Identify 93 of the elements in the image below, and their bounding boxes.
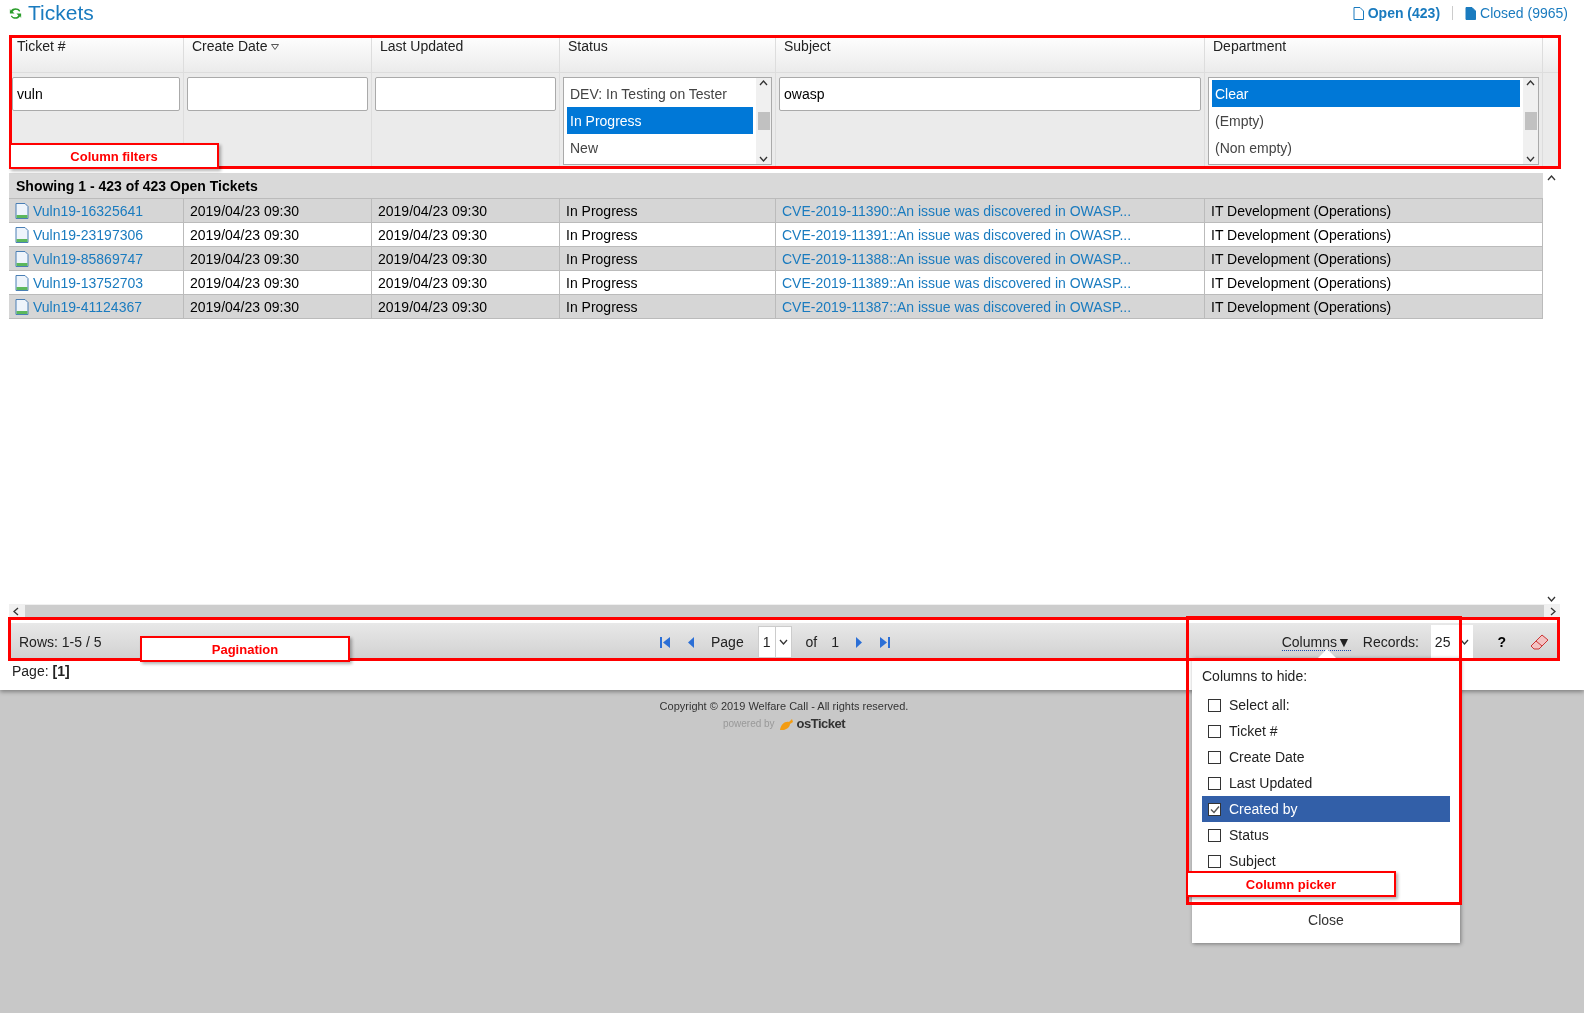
page-label: Page bbox=[711, 634, 744, 650]
scroll-left-icon[interactable] bbox=[13, 607, 19, 616]
filter-listbox[interactable]: DEV: In Testing on Tester In Progress New bbox=[563, 77, 772, 165]
subject-link[interactable]: CVE-2019-11389::An issue was discovered in OWASP... bbox=[782, 274, 1132, 291]
filter-listbox[interactable]: Clear (Empty) (Non empty) bbox=[1208, 77, 1539, 165]
document-icon bbox=[15, 250, 29, 267]
table-cell: In Progress bbox=[560, 223, 776, 246]
column-option[interactable]: Ticket # bbox=[1202, 718, 1450, 744]
ticket-link[interactable]: Vuln19-13752703 bbox=[33, 274, 144, 291]
records-label: Records: bbox=[1362, 634, 1419, 650]
checkbox[interactable] bbox=[1208, 750, 1221, 764]
subject-link[interactable]: CVE-2019-11391::An issue was discovered in OWASP... bbox=[782, 226, 1132, 243]
annotation-label: Pagination bbox=[140, 636, 350, 662]
table-cell: 2019/04/23 09:30 bbox=[372, 295, 560, 318]
table-cell: 2019/04/23 09:30 bbox=[372, 271, 560, 294]
table-caption: Showing 1 - 423 of 423 Open Tickets bbox=[9, 173, 1543, 199]
table-cell: 2019/04/23 09:30 bbox=[184, 271, 372, 294]
page-select[interactable]: 1 bbox=[757, 626, 792, 658]
first-page-icon[interactable] bbox=[659, 635, 671, 649]
table-cell: In Progress bbox=[560, 247, 776, 270]
listbox-option[interactable]: New bbox=[567, 134, 753, 161]
checkbox[interactable] bbox=[1208, 802, 1221, 816]
table-cell: 2019/04/23 09:30 bbox=[372, 199, 560, 222]
table-cell: 2019/04/23 09:30 bbox=[184, 199, 372, 222]
ticket-link[interactable]: Vuln19-23197306 bbox=[33, 226, 144, 243]
document-icon bbox=[15, 202, 29, 219]
listbox-option[interactable]: (Non empty) bbox=[1212, 134, 1520, 161]
document-icon bbox=[1352, 6, 1364, 20]
records-select[interactable]: 25 bbox=[1430, 625, 1474, 659]
previous-page-icon[interactable] bbox=[685, 635, 697, 649]
filter-field[interactable] bbox=[187, 77, 368, 111]
table-cell: 2019/04/23 09:30 bbox=[372, 247, 560, 270]
filter-field[interactable]: vuln bbox=[12, 77, 180, 111]
listbox-option[interactable]: In Progress bbox=[567, 107, 753, 134]
ticket-queue-link[interactable]: Open (423) bbox=[1352, 5, 1441, 21]
columns-button[interactable]: Columns▼ bbox=[1281, 633, 1351, 651]
dropdown-caret-icon[interactable] bbox=[778, 639, 788, 645]
of-label: of bbox=[805, 634, 818, 650]
table-cell: 2019/04/23 09:30 bbox=[184, 295, 372, 318]
refresh-icon[interactable] bbox=[8, 5, 23, 21]
sort-icon[interactable] bbox=[271, 44, 280, 50]
popup-title: Columns to hide: bbox=[1202, 668, 1309, 684]
scroll-down-icon[interactable] bbox=[759, 156, 768, 162]
scrollbar-thumb[interactable] bbox=[757, 112, 770, 130]
document-icon bbox=[15, 274, 29, 291]
document-icon bbox=[15, 298, 29, 315]
close-button[interactable]: Close bbox=[1192, 911, 1460, 929]
column-option[interactable]: Created by bbox=[1202, 796, 1450, 822]
copyright-text: Copyright © 2019 Welfare Call - All rights reserved. bbox=[659, 700, 909, 712]
document-icon bbox=[15, 226, 29, 243]
checkbox[interactable] bbox=[1208, 828, 1221, 842]
table-cell: 2019/04/23 09:30 bbox=[184, 223, 372, 246]
scroll-up-icon[interactable] bbox=[1526, 80, 1535, 86]
popup-pointer bbox=[1318, 649, 1336, 658]
last-page-icon[interactable] bbox=[879, 635, 891, 649]
checkbox[interactable] bbox=[1208, 776, 1221, 790]
scroll-down-icon[interactable] bbox=[1526, 156, 1535, 162]
listbox-option[interactable]: Clear bbox=[1212, 80, 1520, 107]
checkbox[interactable] bbox=[1208, 698, 1221, 712]
annotation-label: Column filters bbox=[9, 143, 219, 169]
page-total: 1 bbox=[831, 634, 839, 650]
checkbox[interactable] bbox=[1208, 724, 1221, 738]
table-cell: In Progress bbox=[560, 271, 776, 294]
eraser-icon[interactable] bbox=[1530, 634, 1550, 650]
page-title: Tickets bbox=[28, 1, 94, 25]
listbox-option[interactable]: DEV: In Testing on Tester bbox=[567, 80, 753, 107]
scroll-up-icon[interactable] bbox=[1547, 175, 1556, 181]
scroll-up-icon[interactable] bbox=[759, 80, 768, 86]
annotation-label: Column picker bbox=[1186, 871, 1396, 897]
table-cell: In Progress bbox=[560, 199, 776, 222]
scroll-right-icon[interactable] bbox=[1550, 607, 1556, 616]
column-option[interactable]: Subject bbox=[1202, 848, 1450, 874]
ticket-queue-link[interactable]: Closed (9965) bbox=[1465, 5, 1568, 21]
brand-name: osTicket bbox=[796, 716, 846, 731]
page-summary: Page: [1] bbox=[12, 663, 70, 679]
next-page-icon[interactable] bbox=[853, 635, 865, 649]
help-button[interactable]: ? bbox=[1485, 634, 1518, 650]
filter-field[interactable]: owasp bbox=[779, 77, 1201, 111]
column-option[interactable]: Select all: bbox=[1202, 692, 1450, 718]
filter-field[interactable] bbox=[375, 77, 556, 111]
column-option[interactable]: Create Date bbox=[1202, 744, 1450, 770]
dropdown-caret-icon[interactable] bbox=[1460, 639, 1470, 645]
scrollbar-thumb[interactable] bbox=[1524, 112, 1537, 130]
rows-info: Rows: 1-5 / 5 bbox=[19, 634, 102, 650]
column-option[interactable]: Status bbox=[1202, 822, 1450, 848]
table-cell: 2019/04/23 09:30 bbox=[184, 247, 372, 270]
checkbox[interactable] bbox=[1208, 854, 1221, 868]
table-cell: 2019/04/23 09:30 bbox=[372, 223, 560, 246]
table-cell: In Progress bbox=[560, 295, 776, 318]
listbox-option[interactable]: (Empty) bbox=[1212, 107, 1520, 134]
document-icon bbox=[1465, 6, 1477, 20]
column-option[interactable]: Last Updated bbox=[1202, 770, 1450, 796]
scroll-down-icon[interactable] bbox=[1547, 596, 1556, 602]
